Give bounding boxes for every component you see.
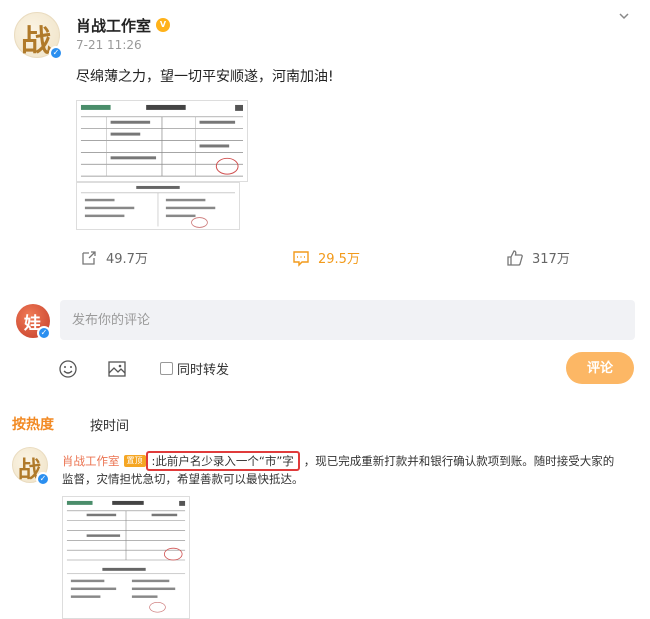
post-image-receipt-1[interactable]: [76, 100, 248, 182]
post-text: 尽绵薄之力，望一切平安顺遂，河南加油!: [76, 69, 334, 85]
repost-icon: [82, 250, 96, 265]
verified-icon: ✓: [37, 326, 51, 340]
like-button[interactable]: 317万: [506, 248, 570, 267]
checkbox-box[interactable]: [160, 362, 173, 375]
post-time[interactable]: 7-21 11:26: [76, 38, 142, 52]
repost-button[interactable]: 49.7万: [80, 248, 148, 267]
repost-count: 49.7万: [106, 252, 148, 267]
comment-text-line1: 肖战工作室 置顶 :此前户名少录入一个“市”字 ，现已完成重新打款并和银行确认款…: [62, 451, 614, 471]
repost-checkbox-label: 同时转发: [177, 363, 230, 378]
emoji-icon[interactable]: [58, 359, 78, 379]
repost-checkbox[interactable]: 同时转发: [160, 359, 229, 378]
comment-image-receipt[interactable]: [62, 496, 190, 619]
post-author[interactable]: 肖战工作室: [76, 15, 151, 36]
thumbs-up-icon: [507, 249, 523, 266]
verified-icon: ✓: [49, 46, 63, 60]
verified-icon: ✓: [36, 472, 50, 486]
tab-sort-time[interactable]: 按时间: [90, 415, 129, 434]
comment-text-line2: 监督，灾情担忧急切，希望善款可以最快抵达。: [62, 472, 304, 486]
comment-input[interactable]: [60, 300, 635, 340]
highlighted-text: :此前户名少录入一个“市”字: [145, 451, 300, 471]
tab-sort-hot[interactable]: 按热度: [12, 414, 54, 434]
comment-count: 29.5万: [318, 252, 360, 267]
pinned-badge: 置顶: [123, 455, 146, 467]
comment-button[interactable]: 29.5万: [292, 248, 360, 267]
comment-icon: [293, 250, 309, 267]
like-count: 317万: [532, 252, 570, 267]
comment-author[interactable]: 肖战工作室: [62, 453, 120, 469]
comment-text-rest: ，现已完成重新打款并和银行确认款项到账。随时接受大家的: [303, 454, 615, 468]
chevron-down-icon[interactable]: [617, 9, 631, 23]
submit-comment-button[interactable]: 评论: [566, 352, 634, 384]
vip-badge-icon: V: [156, 18, 170, 32]
post-image-receipt-2[interactable]: [76, 182, 240, 230]
image-icon[interactable]: [107, 359, 127, 379]
